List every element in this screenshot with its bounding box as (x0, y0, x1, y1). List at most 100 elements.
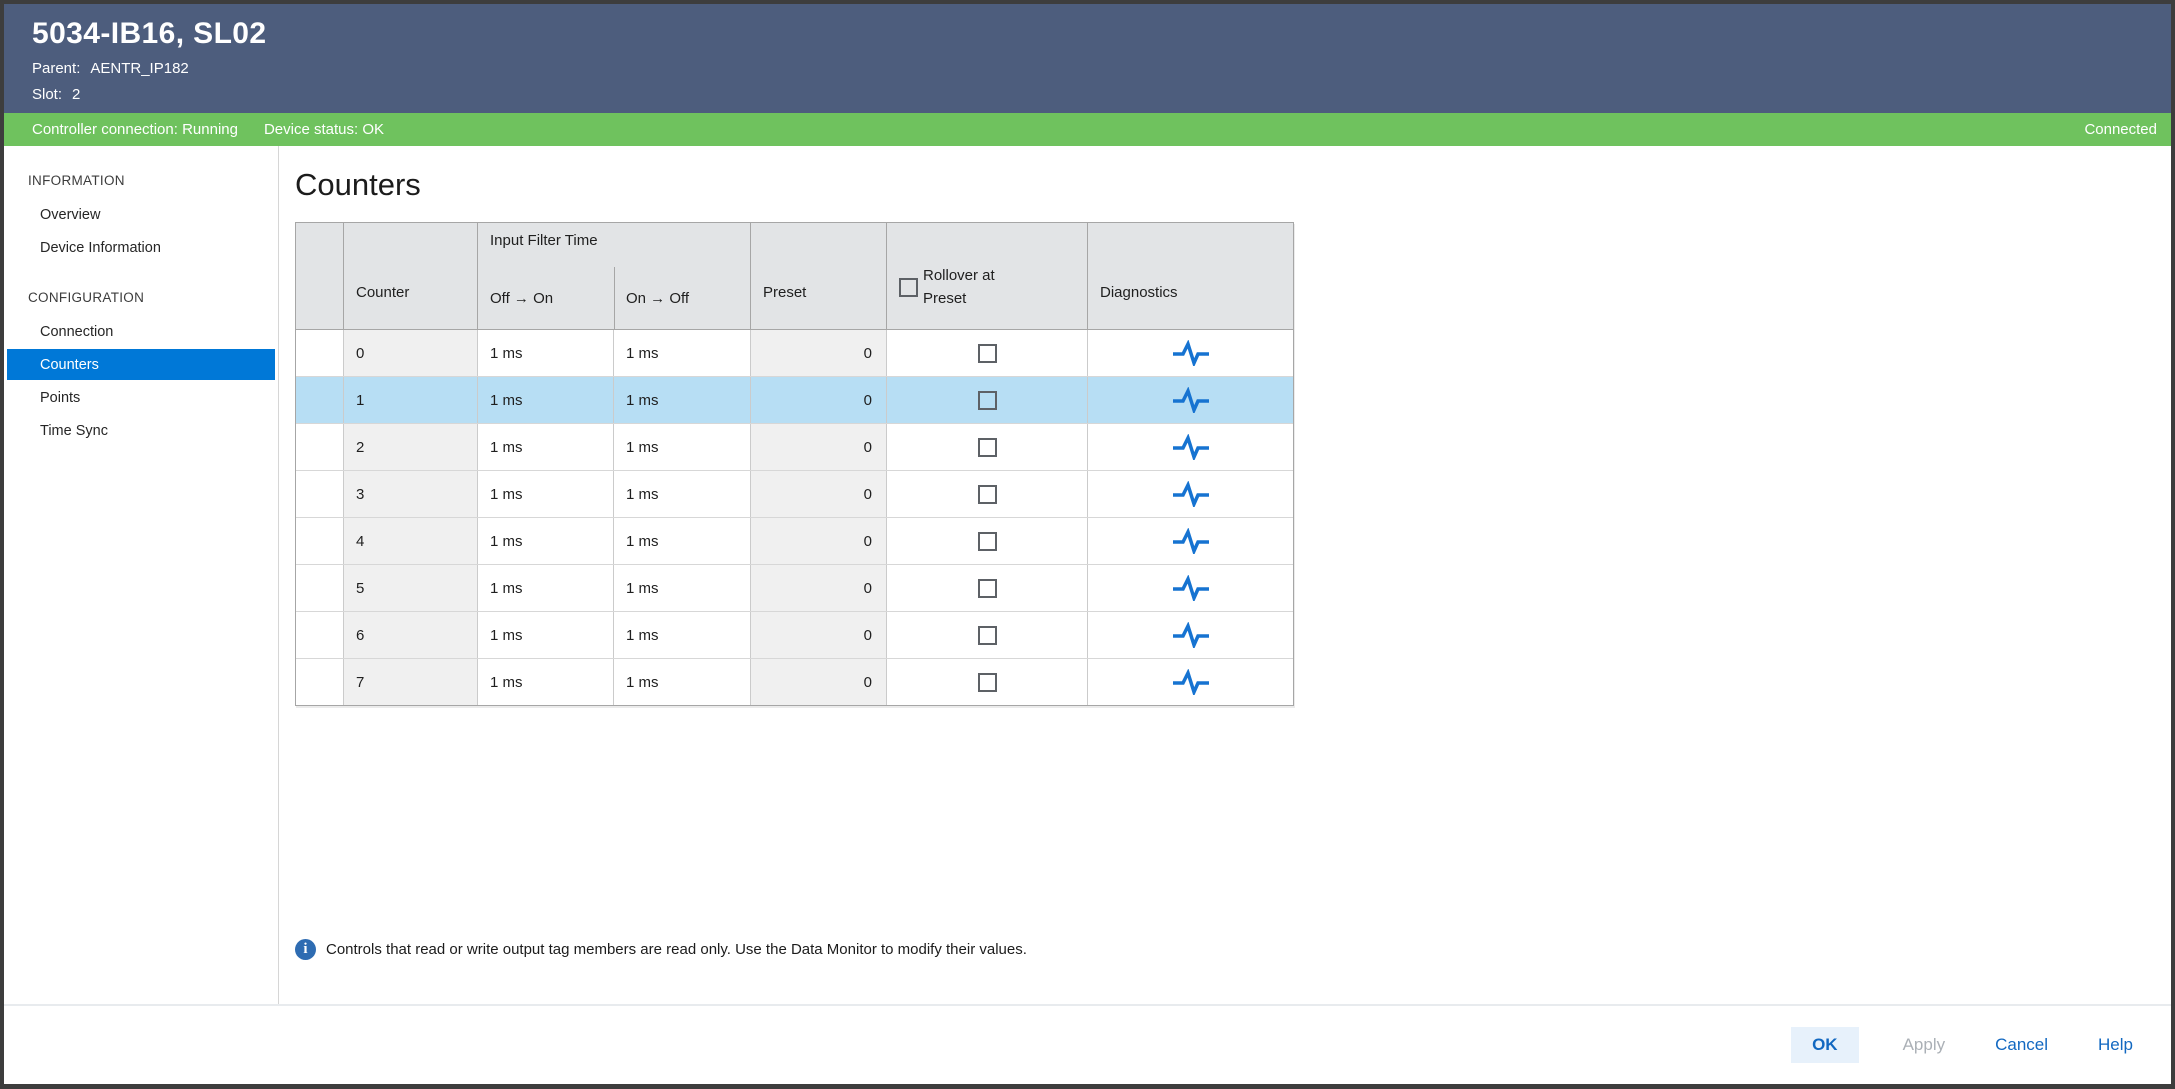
rollover-cell (887, 659, 1088, 705)
status-bar: Controller connection: Running Device st… (4, 113, 2171, 146)
rollover-column-header: Rollover at Preset (887, 223, 1088, 329)
preset-cell[interactable]: 0 (751, 612, 887, 658)
ok-button[interactable]: OK (1791, 1027, 1859, 1063)
slot-line: Slot: 2 (32, 86, 2171, 103)
filter-off-on-cell[interactable]: 1 ms (478, 471, 614, 517)
sidebar-item-counters[interactable]: Counters (7, 349, 275, 380)
rollover-cell (887, 330, 1088, 376)
sidebar-item-device-information[interactable]: Device Information (4, 232, 278, 263)
filter-off-on-cell[interactable]: 1 ms (478, 565, 614, 611)
rollover-header-checkbox[interactable] (899, 278, 918, 297)
filter-off-on-cell[interactable]: 1 ms (478, 612, 614, 658)
row-selector[interactable] (296, 659, 344, 705)
selector-column-header (296, 223, 344, 329)
diagnostics-column-header: Diagnostics (1088, 223, 1293, 329)
counter-cell: 4 (344, 518, 478, 564)
filter-on-off-cell[interactable]: 1 ms (614, 565, 751, 611)
row-selector[interactable] (296, 330, 344, 376)
diagnostics-icon[interactable] (1172, 387, 1210, 413)
row-selector[interactable] (296, 518, 344, 564)
info-icon: i (295, 939, 316, 960)
row-selector[interactable] (296, 471, 344, 517)
diagnostics-cell (1088, 518, 1293, 564)
rollover-checkbox[interactable] (978, 673, 997, 692)
preset-cell[interactable]: 0 (751, 565, 887, 611)
diagnostics-cell (1088, 565, 1293, 611)
diagnostics-icon[interactable] (1172, 622, 1210, 648)
filter-on-off-cell[interactable]: 1 ms (614, 518, 751, 564)
row-selector[interactable] (296, 424, 344, 470)
filter-on-off-cell[interactable]: 1 ms (614, 471, 751, 517)
filter-on-off-cell[interactable]: 1 ms (614, 330, 751, 376)
counter-cell: 0 (344, 330, 478, 376)
section-information: INFORMATION (4, 164, 278, 197)
rollover-checkbox[interactable] (978, 438, 997, 457)
sidebar-item-connection[interactable]: Connection (4, 316, 278, 347)
filter-on-off-cell[interactable]: 1 ms (614, 424, 751, 470)
titlebar: 5034-IB16, SL02 Parent: AENTR_IP182 Slot… (4, 4, 2171, 113)
device-status: Device status: OK (264, 121, 384, 138)
preset-cell[interactable]: 0 (751, 424, 887, 470)
diagnostics-icon[interactable] (1172, 575, 1210, 601)
rollover-cell (887, 471, 1088, 517)
rollover-cell (887, 612, 1088, 658)
table-row: 0 1 ms 1 ms 0 (296, 330, 1293, 377)
diagnostics-icon[interactable] (1172, 669, 1210, 695)
preset-cell[interactable]: 0 (751, 471, 887, 517)
rollover-cell (887, 518, 1088, 564)
table-row: 7 1 ms 1 ms 0 (296, 659, 1293, 705)
footer-buttons: OK Apply Cancel Help (4, 1004, 2171, 1084)
section-configuration: CONFIGURATION (4, 281, 278, 314)
diagnostics-icon[interactable] (1172, 481, 1210, 507)
diagnostics-icon[interactable] (1172, 528, 1210, 554)
note-text: Controls that read or write output tag m… (326, 941, 1027, 958)
help-button[interactable]: Help (2092, 1027, 2139, 1063)
rollover-checkbox[interactable] (978, 391, 997, 410)
filter-off-on-cell[interactable]: 1 ms (478, 330, 614, 376)
counters-heading: Counters (295, 164, 2171, 206)
sidebar-item-time-sync[interactable]: Time Sync (4, 415, 278, 446)
filter-on-off-cell[interactable]: 1 ms (614, 659, 751, 705)
filter-on-off-cell[interactable]: 1 ms (614, 377, 751, 423)
filter-off-on-cell[interactable]: 1 ms (478, 377, 614, 423)
rollover-checkbox[interactable] (978, 532, 997, 551)
diagnostics-icon[interactable] (1172, 434, 1210, 460)
main-content: Counters Counter Off → On On → Off Prese… (279, 146, 2171, 1004)
rollover-checkbox[interactable] (978, 485, 997, 504)
filter-on-off-cell[interactable]: 1 ms (614, 612, 751, 658)
sidebar-item-overview[interactable]: Overview (4, 199, 278, 230)
read-only-note: i Controls that read or write output tag… (295, 939, 2171, 960)
filter-off-on-cell[interactable]: 1 ms (478, 659, 614, 705)
filter-off-on-cell[interactable]: 1 ms (478, 518, 614, 564)
rollover-checkbox[interactable] (978, 626, 997, 645)
connection-state: Connected (2084, 121, 2157, 138)
parent-label: Parent: (32, 60, 80, 77)
controller-connection-status: Controller connection: Running (32, 121, 238, 138)
filter-off-on-cell[interactable]: 1 ms (478, 424, 614, 470)
parent-line: Parent: AENTR_IP182 (32, 60, 2171, 77)
body: INFORMATION Overview Device Information … (4, 146, 2171, 1004)
apply-button[interactable]: Apply (1897, 1027, 1952, 1063)
slot-value: 2 (72, 86, 80, 103)
sidebar-item-points[interactable]: Points (4, 382, 278, 413)
preset-cell[interactable]: 0 (751, 659, 887, 705)
row-selector[interactable] (296, 377, 344, 423)
table-row: 1 1 ms 1 ms 0 (296, 377, 1293, 424)
rollover-checkbox[interactable] (978, 344, 997, 363)
row-selector[interactable] (296, 565, 344, 611)
rollover-checkbox[interactable] (978, 579, 997, 598)
row-selector[interactable] (296, 612, 344, 658)
rollover-column-header-label: Rollover at Preset (923, 264, 1033, 310)
diagnostics-cell (1088, 471, 1293, 517)
counter-cell: 7 (344, 659, 478, 705)
preset-cell[interactable]: 0 (751, 518, 887, 564)
cancel-button[interactable]: Cancel (1989, 1027, 2054, 1063)
table-row: 5 1 ms 1 ms 0 (296, 565, 1293, 612)
diagnostics-icon[interactable] (1172, 340, 1210, 366)
preset-cell[interactable]: 0 (751, 330, 887, 376)
table-row: 3 1 ms 1 ms 0 (296, 471, 1293, 518)
parent-value: AENTR_IP182 (90, 60, 188, 77)
preset-cell[interactable]: 0 (751, 377, 887, 423)
counter-cell: 6 (344, 612, 478, 658)
table-row: 6 1 ms 1 ms 0 (296, 612, 1293, 659)
